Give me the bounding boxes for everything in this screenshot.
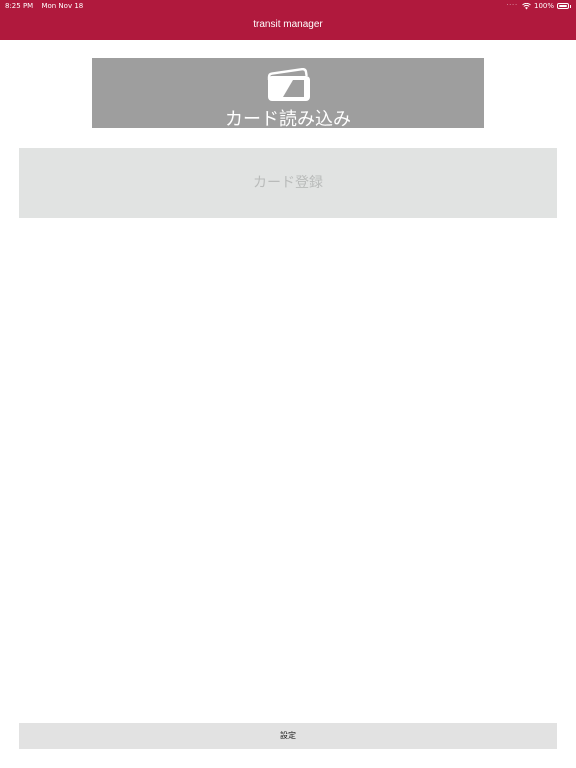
nav-bar: 8:25 PM Mon Nov 18 ···· 100% transit man… — [0, 0, 576, 40]
read-card-label: カード読み込み — [225, 109, 351, 128]
page-title: transit manager — [253, 19, 323, 30]
wifi-icon — [522, 2, 531, 9]
battery-cap — [570, 4, 571, 8]
battery-icon — [557, 3, 569, 9]
battery-level — [559, 5, 567, 7]
signal-dots-icon: ···· — [506, 2, 518, 9]
status-bar: 8:25 PM Mon Nov 18 ···· 100% — [0, 0, 576, 12]
register-card-button[interactable]: カード登録 — [19, 148, 557, 218]
app-screen: 8:25 PM Mon Nov 18 ···· 100% transit man… — [0, 0, 576, 768]
status-time: 8:25 PM — [5, 2, 34, 10]
settings-button[interactable]: 設定 — [19, 723, 557, 749]
card-icon — [267, 68, 310, 101]
status-right: ···· 100% — [506, 0, 571, 12]
status-date: Mon Nov 18 — [41, 2, 84, 10]
status-left: 8:25 PM Mon Nov 18 — [5, 0, 83, 12]
battery-percentage: 100% — [533, 2, 554, 10]
